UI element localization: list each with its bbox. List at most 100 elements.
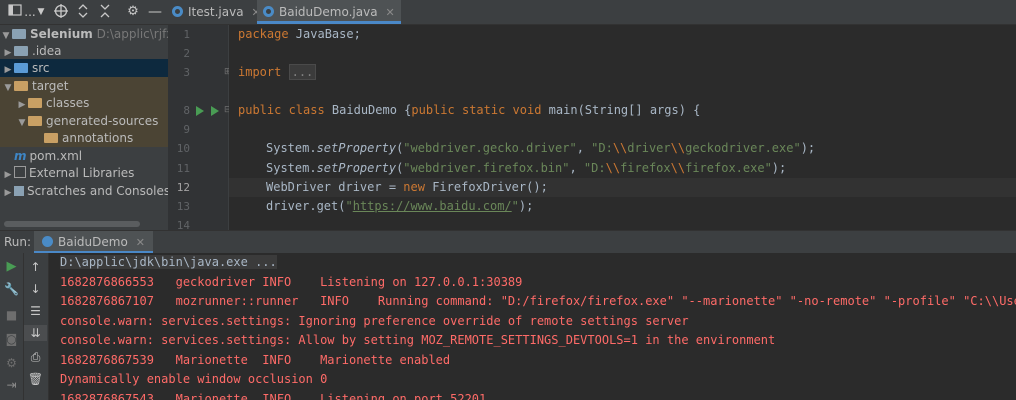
tree-item-label: generated-sources <box>46 114 159 128</box>
editor-gutter: 1 2 3 8 9 10 11 12 13 14 ⊞ ⊟ <box>168 25 232 232</box>
folder-icon <box>44 133 58 143</box>
console-line: console.warn: services.settings: Allow b… <box>60 333 776 347</box>
folded-imports[interactable]: ... <box>288 64 317 80</box>
code-line-13: driver.get("https://www.baidu.com/"); <box>266 199 534 213</box>
maven-icon: m <box>14 149 27 163</box>
tree-item-external-libraries[interactable]: ▶ External Libraries <box>0 164 168 182</box>
console-line: Dynamically enable window occlusion 0 <box>60 372 328 386</box>
url-link[interactable]: https://www.baidu.com/ <box>353 199 512 213</box>
tree-item-scratches[interactable]: ▶ Scratches and Consoles <box>0 182 168 200</box>
tab-baidudemo[interactable]: BaiduDemo.java ✕ <box>257 0 401 24</box>
trash-icon[interactable]: 🗑 <box>24 371 47 387</box>
line-number: 13 <box>176 200 190 213</box>
close-icon[interactable]: ✕ <box>136 236 145 249</box>
close-icon[interactable]: ✕ <box>386 6 395 19</box>
java-class-icon <box>42 236 53 247</box>
arrow-up-icon[interactable]: ↑ <box>24 259 47 275</box>
run-tab-label: BaiduDemo <box>58 235 128 249</box>
console-line: 1682876866553 geckodriver INFO Listening… <box>60 274 523 289</box>
console-line: 1682876867539 Marionette INFO Marionette… <box>60 352 451 367</box>
code-line-3: import ... <box>238 63 317 82</box>
project-tree: ▼Selenium D:\applic\rjfxycs\Sele ▶.idea … <box>0 25 168 230</box>
tree-item-label: classes <box>46 96 90 110</box>
folder-icon <box>28 116 42 126</box>
folder-icon <box>14 81 28 91</box>
java-class-icon <box>263 6 274 17</box>
line-number: 11 <box>176 162 190 175</box>
scroll-to-end-icon[interactable]: ⇊ <box>24 325 47 341</box>
tree-item-pom[interactable]: m pom.xml <box>0 147 168 165</box>
library-icon <box>14 166 26 178</box>
tree-item-generated-sources[interactable]: ▼ generated-sources <box>0 112 168 130</box>
tab-itest[interactable]: Itest.java✕ <box>172 0 261 24</box>
tree-item-label: .idea <box>32 44 62 58</box>
tree-item-classes[interactable]: ▶ classes <box>0 94 168 112</box>
module-folder-icon <box>12 29 26 39</box>
console-line: D:\applic\jdk\bin\java.exe ... <box>60 255 277 269</box>
code-line-1: package JavaBase; <box>238 27 361 41</box>
tree-root-label: Selenium <box>30 27 93 41</box>
soft-wrap-icon[interactable]: ☰ <box>24 303 47 319</box>
run-panel-header: Run: BaiduDemo ✕ <box>0 230 1016 253</box>
run-main-icon[interactable] <box>211 106 219 116</box>
chevron-down-icon[interactable]: ▼ <box>36 4 46 20</box>
line-number: 2 <box>183 47 190 60</box>
tree-item-label: External Libraries <box>29 166 135 180</box>
locate-icon[interactable] <box>53 4 69 20</box>
scratches-icon <box>14 186 24 196</box>
code-line-10: System.setProperty("webdriver.gecko.driv… <box>266 141 816 155</box>
tab-label: BaiduDemo.java <box>279 5 378 19</box>
folder-icon <box>14 63 28 73</box>
tree-item-label: annotations <box>62 131 134 145</box>
tree-item-label: target <box>32 79 69 93</box>
tree-item-idea[interactable]: ▶ .idea <box>0 42 168 60</box>
line-number: 1 <box>183 28 190 41</box>
run-toolbar-left: ▶ 🔧 ■ ◙ ⚙ ⇥ <box>0 253 24 400</box>
stop-icon[interactable]: ■ <box>0 307 23 323</box>
exit-icon[interactable]: ⇥ <box>0 377 23 393</box>
line-number: 12 <box>176 181 190 194</box>
run-label: Run: <box>4 235 32 249</box>
tree-item-label: src <box>32 61 50 75</box>
tree-root-selenium[interactable]: ▼Selenium D:\applic\rjfxycs\Sele <box>0 25 168 43</box>
project-window-icon[interactable] <box>8 4 22 20</box>
console-line: console.warn: services.settings: Ignorin… <box>60 313 689 328</box>
wrench-icon[interactable]: 🔧 <box>0 281 23 297</box>
tab-label: Itest.java <box>188 5 244 19</box>
top-toolbar: ... ▼ ⚙ — Itest.java✕ BaiduDemo.java✕ <box>0 0 1016 25</box>
settings-icon[interactable]: ⚙ <box>0 355 23 371</box>
tree-item-label: pom.xml <box>29 149 83 163</box>
console-line: 1682876867107 mozrunner::runner INFO Run… <box>60 294 1016 308</box>
code-line-11: System.setProperty("webdriver.firefox.bi… <box>266 161 787 175</box>
tree-item-label: Scratches and Consoles <box>27 184 168 198</box>
arrow-down-icon[interactable]: ↓ <box>24 281 47 297</box>
java-class-icon <box>172 6 183 17</box>
tree-item-src[interactable]: ▶ src <box>0 59 168 77</box>
expand-all-icon[interactable] <box>75 4 91 20</box>
code-editor[interactable]: package JavaBase; import ... public clas… <box>229 25 1016 230</box>
horizontal-scrollbar[interactable] <box>4 221 140 227</box>
code-line-8: public class BaiduDemo {public static vo… <box>238 103 701 117</box>
run-class-icon[interactable] <box>196 106 204 116</box>
line-number: 3 <box>183 66 190 79</box>
minimize-icon[interactable]: — <box>147 4 163 20</box>
rerun-icon[interactable]: ▶ <box>0 259 23 275</box>
camera-icon[interactable]: ◙ <box>0 331 23 347</box>
line-number: 9 <box>183 123 190 136</box>
folder-icon <box>14 46 28 56</box>
gear-icon[interactable]: ⚙ <box>125 4 141 20</box>
chevron-right-icon[interactable]: ▶ <box>2 184 14 202</box>
code-line-12: WebDriver driver = new FirefoxDriver(); <box>266 180 548 194</box>
print-icon[interactable]: ⎙ <box>24 349 47 365</box>
run-toolbar-right: ↑ ↓ ☰ ⇊ ⎙ 🗑 <box>24 253 49 400</box>
console-line: 1682876867543 Marionette INFO Listening … <box>60 391 487 400</box>
line-number: 10 <box>176 142 190 155</box>
folder-icon <box>28 98 42 108</box>
line-number: 8 <box>183 104 190 117</box>
tree-item-target[interactable]: ▼ target <box>0 77 168 95</box>
tree-root-path: D:\applic\rjfxycs\Sele <box>96 27 168 41</box>
tree-item-annotations[interactable]: annotations <box>0 129 168 147</box>
run-tab-baidudemo[interactable]: BaiduDemo ✕ <box>34 231 154 253</box>
collapse-all-icon[interactable] <box>97 4 113 20</box>
console-output[interactable]: D:\applic\jdk\bin\java.exe ... 168287686… <box>49 253 1016 400</box>
